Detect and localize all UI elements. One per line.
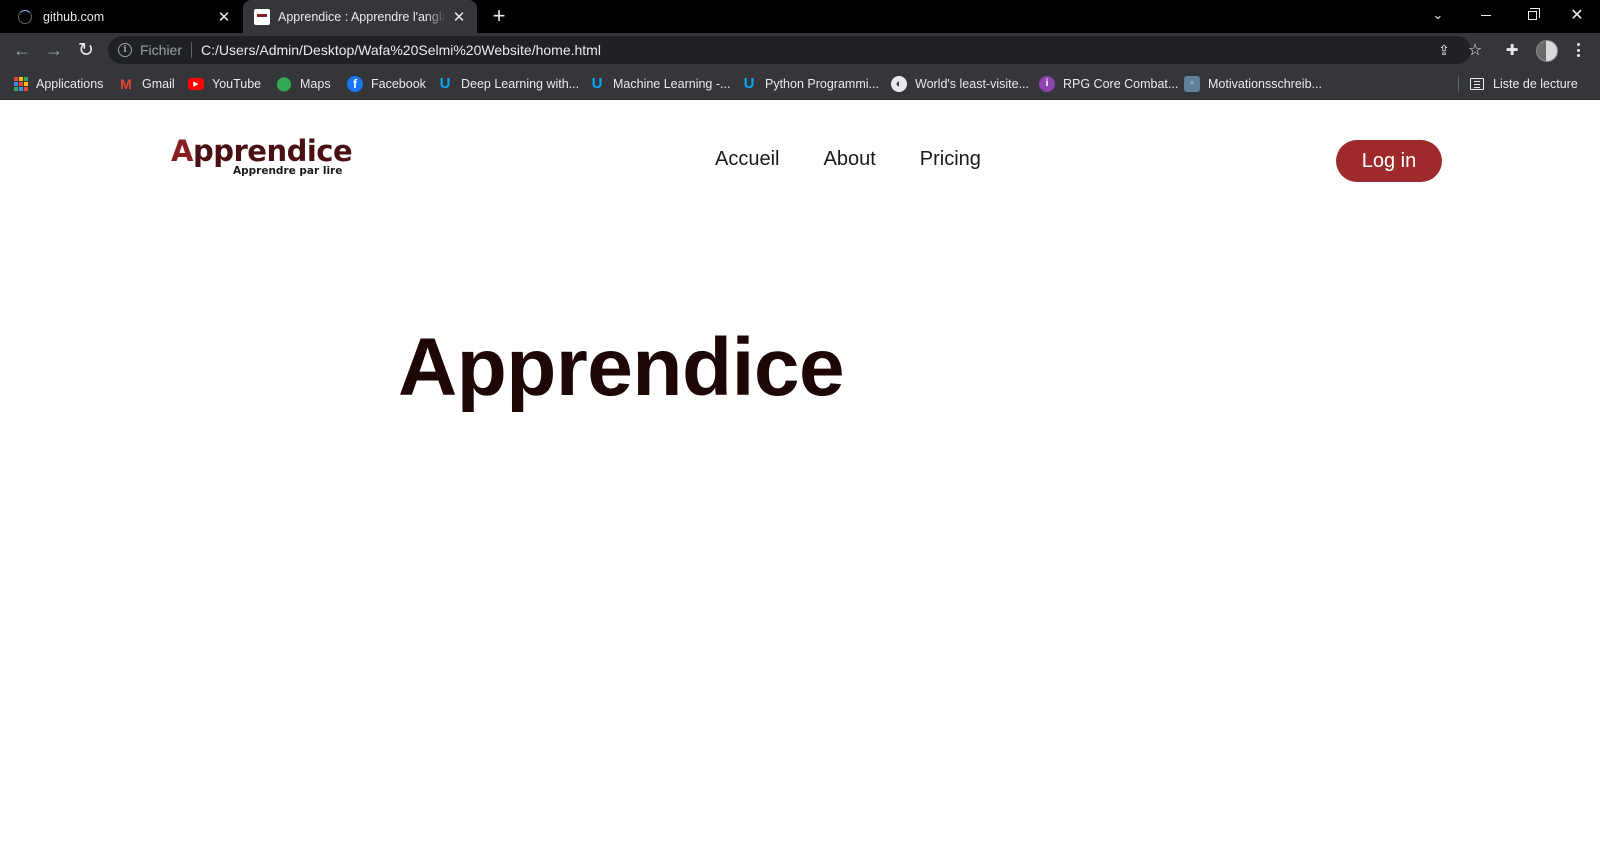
facebook-icon: f <box>347 75 363 92</box>
url-text[interactable]: C:/Users/Admin/Desktop/Wafa%20Selmi%20We… <box>201 42 601 58</box>
gmail-icon: M <box>120 75 132 92</box>
udemy-icon: U <box>591 75 603 92</box>
maps-pin-icon: ⬤ <box>276 75 292 91</box>
extensions-puzzle-icon[interactable]: ✚ <box>1503 41 1521 59</box>
reload-button[interactable]: ↻ <box>74 38 98 62</box>
reload-icon: ↻ <box>78 39 94 61</box>
bookmark-python[interactable]: U Python Programmi... <box>741 67 879 100</box>
bookmarks-divider <box>1458 76 1459 92</box>
new-tab-button[interactable]: + <box>488 5 510 28</box>
back-button[interactable]: ← <box>10 38 34 62</box>
scheme-label: Fichier <box>140 42 183 58</box>
bookmark-machine-learning[interactable]: U Machine Learning -... <box>589 67 731 100</box>
bookmark-label: YouTube <box>212 76 262 91</box>
logo-tagline: Apprendre par lire <box>233 165 343 177</box>
login-button[interactable]: Log in <box>1336 140 1442 182</box>
main-nav: Accueil About Pricing <box>715 147 1025 171</box>
chevron-down-icon: ⌄ <box>1432 7 1444 22</box>
profile-avatar[interactable] <box>1536 40 1558 62</box>
close-tab-icon[interactable]: ✕ <box>451 9 467 25</box>
loading-spinner-icon <box>18 9 32 24</box>
apps-grid-icon <box>14 76 28 91</box>
apprendice-favicon-icon <box>254 8 270 25</box>
bookmarks-bar: Applications M Gmail ▶ YouTube ⬤ Maps f … <box>0 67 1600 100</box>
bookmark-facebook[interactable]: f Facebook <box>347 67 426 100</box>
close-window-button[interactable]: ✕ <box>1555 0 1599 30</box>
tab-title: Apprendice : Apprendre l'anglais <box>278 9 446 24</box>
bookmark-label: Machine Learning -... <box>613 76 731 91</box>
arrow-left-icon: ← <box>13 39 31 60</box>
restore-button[interactable] <box>1510 0 1554 30</box>
document-icon: ▫ <box>1184 75 1200 92</box>
bookmark-label: RPG Core Combat... <box>1063 76 1179 91</box>
reading-list-icon <box>1470 77 1484 90</box>
nav-link-pricing[interactable]: Pricing <box>920 147 981 171</box>
rpg-icon: i <box>1039 75 1055 92</box>
tab-apprendice[interactable]: Apprendice : Apprendre l'anglais ✕ <box>243 0 477 33</box>
restore-icon <box>1527 7 1540 20</box>
bookmark-maps[interactable]: ⬤ Maps <box>276 67 331 100</box>
site-header: Apprendice Apprendre par lire Accueil Ab… <box>0 101 1600 221</box>
nav-link-accueil[interactable]: Accueil <box>715 147 779 171</box>
bookmark-deep-learning[interactable]: U Deep Learning with... <box>437 67 580 100</box>
dot <box>1576 48 1580 52</box>
close-icon: ✕ <box>1570 7 1584 24</box>
bookmark-label: Python Programmi... <box>765 76 879 91</box>
reading-list-button[interactable]: Liste de lecture <box>1470 67 1578 100</box>
tab-title: github.com <box>43 9 105 24</box>
tab-github[interactable]: github.com ✕ <box>0 0 242 33</box>
reading-list-label: Liste de lecture <box>1493 76 1578 91</box>
logo-wordmark: Apprendice <box>171 134 353 168</box>
youtube-icon: ▶ <box>188 77 204 90</box>
bookmark-motivationsschreiben[interactable]: ▫ Motivationsschreib... <box>1184 67 1322 100</box>
bookmark-label: Motivationsschreib... <box>1208 76 1322 91</box>
bookmark-label: World's least-visite... <box>915 76 1029 91</box>
omnibox-divider <box>191 42 193 58</box>
bookmark-worlds-least-visited[interactable]: ◐ World's least-visite... <box>891 67 1029 100</box>
site-info-icon[interactable]: i <box>118 43 132 57</box>
close-tab-icon[interactable]: ✕ <box>216 9 232 25</box>
bookmark-gmail[interactable]: M Gmail <box>118 67 175 100</box>
bookmark-label: Facebook <box>371 76 426 91</box>
tab-search-button[interactable]: ⌄ <box>1416 0 1460 30</box>
bookmark-label: Maps <box>300 76 331 91</box>
bookmark-star-icon[interactable]: ☆ <box>1466 41 1484 59</box>
bookmark-applications[interactable]: Applications <box>14 67 103 100</box>
bookmark-label: Applications <box>36 76 104 91</box>
browser-menu-button[interactable] <box>1571 41 1585 59</box>
bookmark-label: Deep Learning with... <box>461 76 580 91</box>
bookmark-rpg-core-combat[interactable]: i RPG Core Combat... <box>1039 67 1178 100</box>
globe-icon: ◐ <box>891 75 907 92</box>
bookmark-youtube[interactable]: ▶ YouTube <box>188 67 261 100</box>
udemy-icon: U <box>743 75 755 92</box>
minimize-button[interactable] <box>1464 0 1508 30</box>
dot <box>1576 54 1580 57</box>
browser-toolbar: ← → ↻ i Fichier C:/Users/Admin/Desktop/W… <box>0 33 1600 67</box>
udemy-icon: U <box>439 75 451 92</box>
browser-tab-strip: github.com ✕ Apprendice : Apprendre l'an… <box>0 0 1600 33</box>
minimize-icon <box>1481 14 1491 16</box>
hero-title: Apprendice <box>398 322 845 413</box>
share-icon[interactable]: ⇪ <box>1435 41 1453 59</box>
dot <box>1576 43 1580 46</box>
site-logo[interactable]: Apprendice Apprendre par lire <box>171 134 356 184</box>
forward-button[interactable]: → <box>42 38 66 62</box>
nav-link-about[interactable]: About <box>823 147 875 171</box>
bookmark-label: Gmail <box>142 76 175 91</box>
address-bar[interactable]: i Fichier C:/Users/Admin/Desktop/Wafa%20… <box>108 36 1482 64</box>
arrow-right-icon: → <box>45 39 63 60</box>
